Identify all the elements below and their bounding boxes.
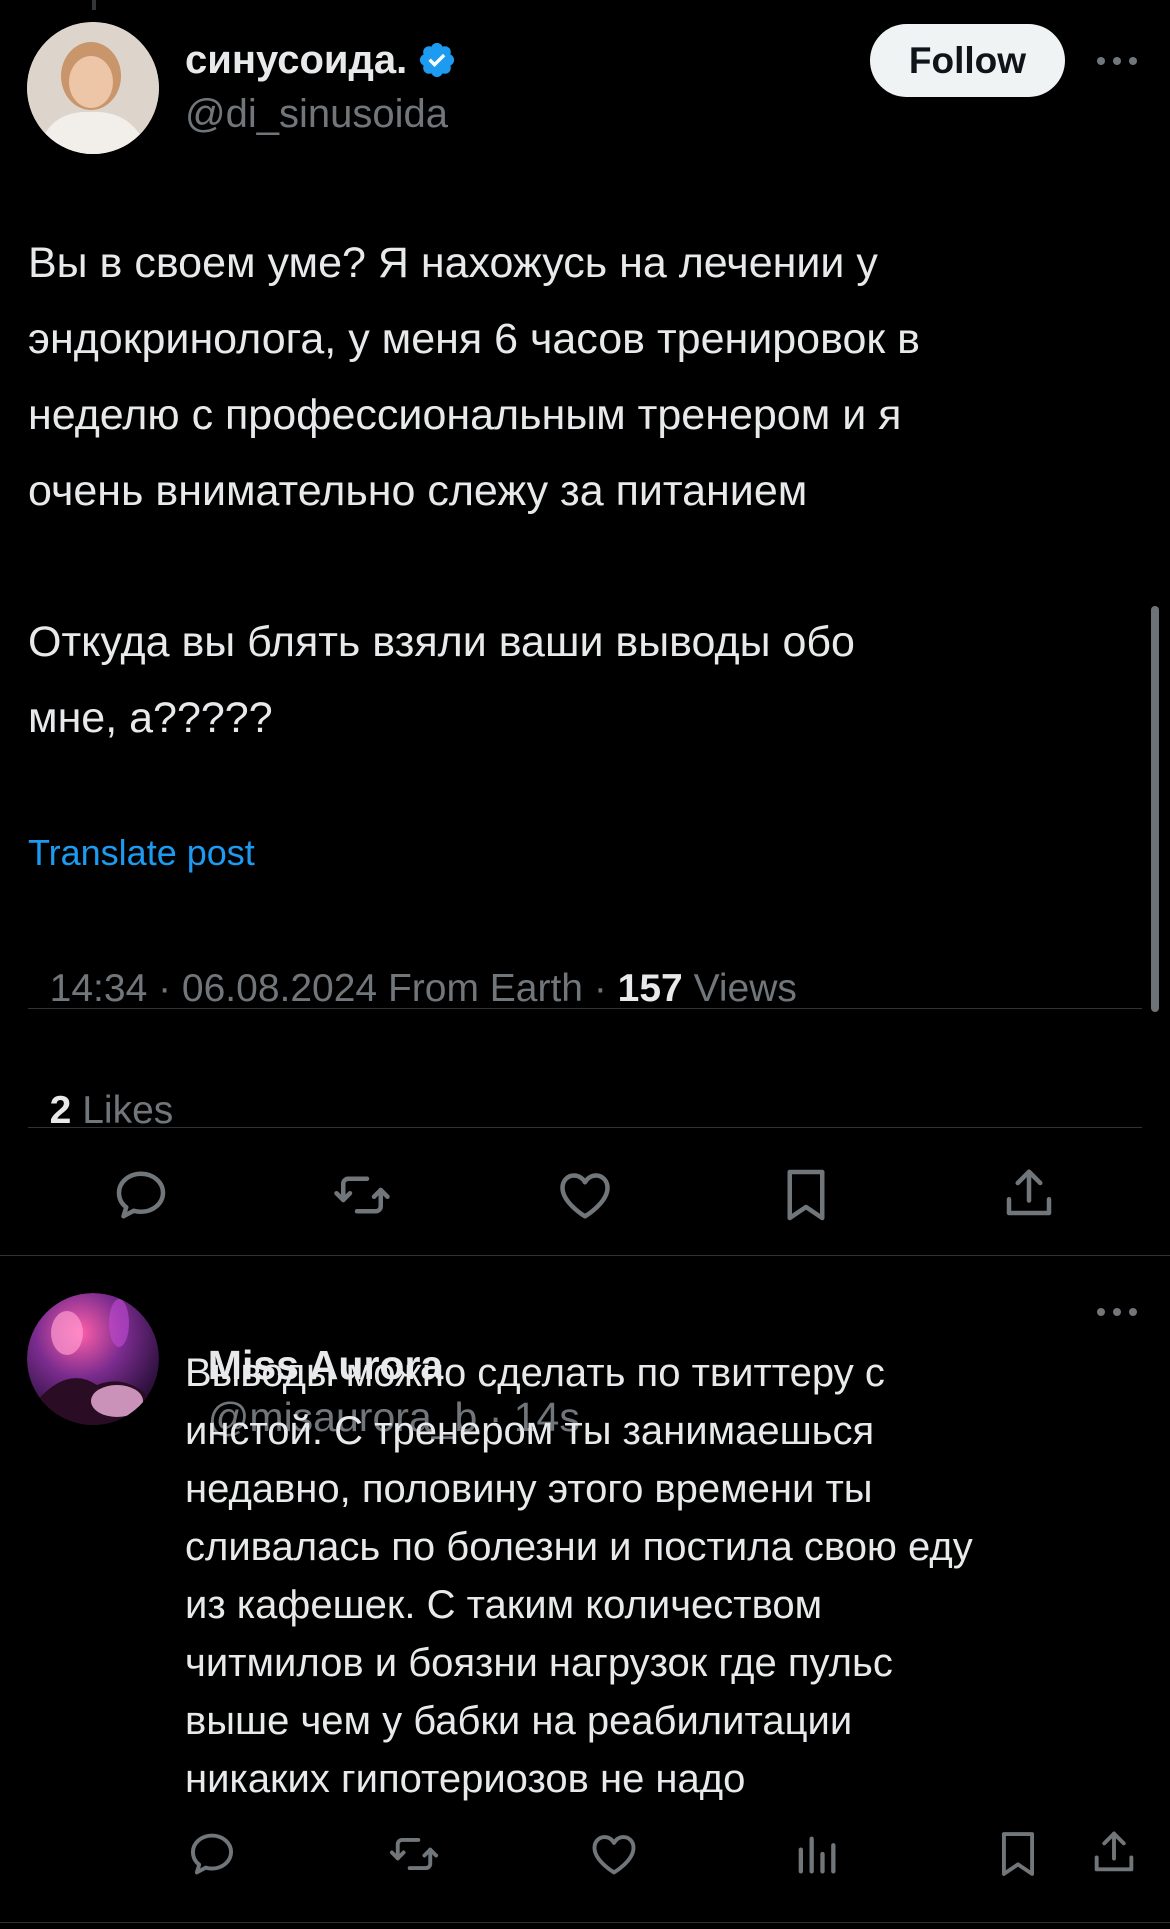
divider (28, 1127, 1142, 1128)
scrollbar[interactable] (1151, 606, 1159, 1012)
likes-count: 2 (49, 1089, 72, 1132)
verified-badge-icon (417, 40, 457, 80)
share-icon[interactable] (999, 1163, 1059, 1223)
reply-reply-icon[interactable] (186, 1828, 238, 1880)
reply-text-line: инстой. С тренером ты занимаешься (185, 1409, 875, 1453)
author-handle[interactable]: @di_sinusoida (185, 92, 448, 137)
reply-text-line: никаких гипотериозов не надо (185, 1757, 746, 1801)
post-text-line: очень внимательно слежу за питанием (28, 467, 808, 515)
divider (0, 1922, 1170, 1923)
reply-text-line: недавно, половину этого времени ты (185, 1467, 873, 1511)
like-icon[interactable] (555, 1165, 615, 1225)
post-meta: 14:34 · 06.08.2024 From Earth · 157 View… (28, 923, 797, 1011)
reply-icon[interactable] (111, 1165, 171, 1225)
reply-text-line: Выводы можно сделать по твиттеру с (185, 1351, 885, 1395)
post-text-line: неделю с профессиональным тренером и я (28, 391, 902, 439)
post-text-line: эндокринолога, у меня 6 часов тренировок… (28, 315, 920, 363)
thread-connector-line (92, 0, 96, 10)
reply-bookmark-icon[interactable] (992, 1828, 1044, 1880)
reply-repost-icon[interactable] (386, 1828, 442, 1880)
bookmark-icon[interactable] (776, 1165, 836, 1225)
reply-text-line: читмилов и боязни нагрузок где пульс (185, 1641, 893, 1685)
post-text-2: Откуда вы блять взяли ваши выводы обо мн… (28, 604, 1128, 756)
views-count: 157 (617, 967, 683, 1010)
reply-like-icon[interactable] (588, 1828, 640, 1880)
reply-text-line: выше чем у бабки на реабилитации (185, 1699, 853, 1743)
reply-more-horizontal-icon[interactable] (1093, 1298, 1141, 1326)
post-text-line: мне, а????? (28, 694, 273, 742)
divider (28, 1008, 1142, 1009)
post-timestamp[interactable]: 14:34 · 06.08.2024 From Earth · (50, 967, 618, 1010)
repost-icon[interactable] (330, 1165, 394, 1225)
post-text: Вы в своем уме? Я нахожусь на лечении у … (28, 225, 1128, 529)
follow-button[interactable]: Follow (870, 24, 1065, 97)
translate-post-link[interactable]: Translate post (28, 832, 255, 874)
divider (0, 1255, 1170, 1256)
views-label: Views (682, 967, 797, 1010)
author-avatar[interactable] (27, 22, 159, 154)
post-text-line: Откуда вы блять взяли ваши выводы обо (28, 618, 855, 666)
views-icon[interactable] (790, 1828, 842, 1880)
likes-label: Likes (71, 1089, 174, 1132)
reply-text: Выводы можно сделать по твиттеру с инсто… (185, 1344, 1145, 1808)
reply-author-avatar[interactable] (27, 1293, 159, 1425)
post-text-line: Вы в своем уме? Я нахожусь на лечении у (28, 239, 878, 287)
author-name[interactable]: синусоида. (185, 38, 407, 83)
more-horizontal-icon[interactable] (1093, 47, 1141, 75)
reply-share-icon[interactable] (1088, 1826, 1140, 1878)
likes-summary[interactable]: 2 Likes (28, 1045, 174, 1133)
reply-text-line: из кафешек. С таким количеством (185, 1583, 823, 1627)
reply-text-line: сливалась по болезни и постила свою еду (185, 1525, 973, 1569)
